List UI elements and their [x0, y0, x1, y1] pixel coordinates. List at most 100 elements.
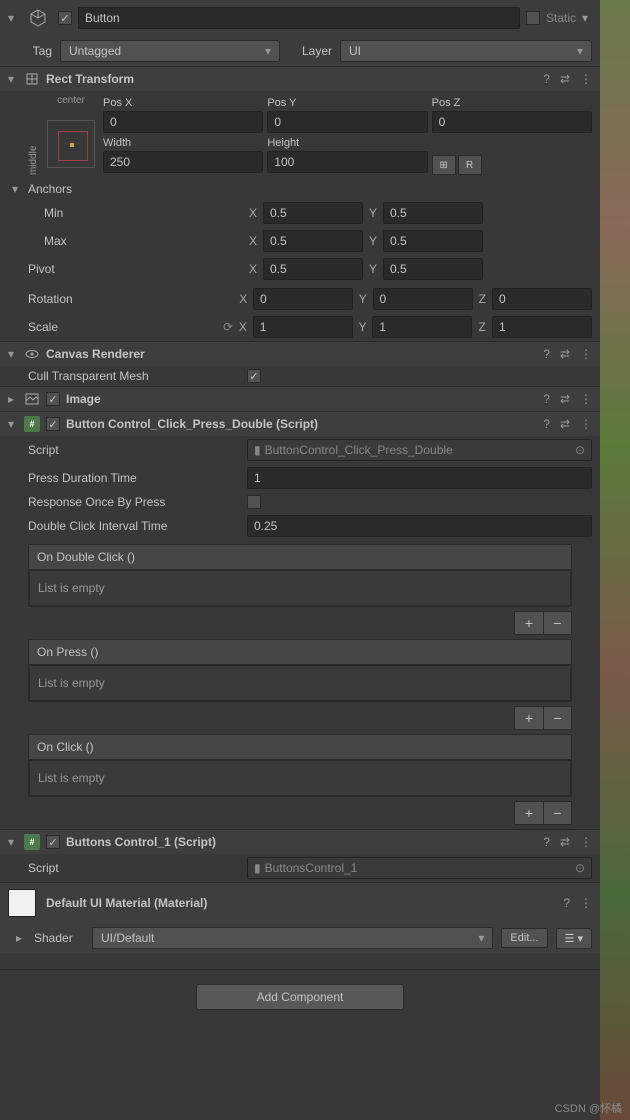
- anchor-h-label: center: [47, 95, 95, 106]
- raw-edit-button[interactable]: R: [458, 155, 482, 175]
- canvas-renderer-title: Canvas Renderer: [46, 347, 537, 361]
- menu-icon[interactable]: ⋮: [580, 417, 592, 431]
- height-input[interactable]: [267, 151, 427, 173]
- blueprint-mode-button[interactable]: ⊞: [432, 155, 456, 175]
- buttons-control-enabled-checkbox[interactable]: [46, 835, 60, 849]
- static-dropdown[interactable]: ▾: [582, 11, 592, 25]
- preset-icon[interactable]: ⇄: [560, 835, 570, 849]
- button-script-foldout[interactable]: ▾: [8, 417, 18, 431]
- pos-y-label: Pos Y: [267, 95, 427, 111]
- scale-z-input[interactable]: [492, 316, 592, 338]
- event-remove-button[interactable]: −: [543, 802, 571, 824]
- pos-z-input[interactable]: [432, 111, 592, 133]
- pos-x-label: Pos X: [103, 95, 263, 111]
- pos-x-input[interactable]: [103, 111, 263, 133]
- button-script-enabled-checkbox[interactable]: [46, 417, 60, 431]
- static-label: Static: [546, 11, 576, 25]
- event-remove-button[interactable]: −: [543, 707, 571, 729]
- edit-button[interactable]: Edit...: [501, 928, 547, 948]
- pos-z-label: Pos Z: [432, 95, 592, 111]
- min-y-input[interactable]: [383, 202, 483, 224]
- layer-label: Layer: [288, 44, 332, 58]
- script-label: Script: [28, 443, 243, 457]
- menu-icon[interactable]: ⋮: [580, 72, 592, 86]
- image-icon: [24, 391, 40, 407]
- min-x-input[interactable]: [263, 202, 363, 224]
- menu-icon[interactable]: ⋮: [580, 392, 592, 406]
- event-add-button[interactable]: +: [515, 802, 543, 824]
- scale-x-input[interactable]: [253, 316, 353, 338]
- rect-transform-foldout[interactable]: ▾: [8, 72, 18, 86]
- anchors-label: Anchors: [28, 182, 72, 196]
- pivot-x-input[interactable]: [263, 258, 363, 280]
- event-header: On Double Click (): [29, 545, 571, 570]
- constrain-scale-icon[interactable]: ⟳: [223, 320, 233, 334]
- help-icon[interactable]: ?: [543, 417, 550, 431]
- on-click-event: On Click () List is empty: [28, 734, 572, 797]
- double-click-interval-input[interactable]: [247, 515, 592, 537]
- help-icon[interactable]: ?: [563, 896, 570, 910]
- anchor-preset-button[interactable]: [47, 120, 95, 168]
- help-icon[interactable]: ?: [543, 347, 550, 361]
- material-preview[interactable]: [8, 889, 36, 917]
- on-press-event: On Press () List is empty: [28, 639, 572, 702]
- material-foldout[interactable]: ▸: [16, 931, 26, 945]
- menu-icon[interactable]: ⋮: [580, 835, 592, 849]
- max-y-input[interactable]: [383, 230, 483, 252]
- preset-icon[interactable]: ⇄: [560, 72, 570, 86]
- buttons-control-foldout[interactable]: ▾: [8, 835, 18, 849]
- static-checkbox[interactable]: [526, 11, 540, 25]
- gameobject-name-input[interactable]: [78, 7, 520, 29]
- event-header: On Click (): [29, 735, 571, 760]
- help-icon[interactable]: ?: [543, 835, 550, 849]
- add-component-button[interactable]: Add Component: [196, 984, 405, 1010]
- cull-checkbox[interactable]: [247, 369, 261, 383]
- rot-x-input[interactable]: [253, 288, 353, 310]
- help-icon[interactable]: ?: [543, 72, 550, 86]
- response-once-checkbox[interactable]: [247, 495, 261, 509]
- anchor-v-label: middle: [28, 109, 39, 175]
- script-icon: #: [24, 416, 40, 432]
- script-field: ▮ ButtonsControl_1 ⊙: [247, 857, 592, 879]
- object-selector-icon[interactable]: ⊙: [575, 861, 585, 875]
- event-add-button[interactable]: +: [515, 707, 543, 729]
- event-remove-button[interactable]: −: [543, 612, 571, 634]
- preset-icon[interactable]: ⇄: [560, 392, 570, 406]
- layer-dropdown[interactable]: UI: [340, 40, 592, 62]
- scale-label: Scale: [28, 320, 219, 334]
- render-queue-button[interactable]: ☰ ▾: [556, 928, 592, 949]
- object-selector-icon[interactable]: ⊙: [575, 443, 585, 457]
- script-icon: #: [24, 834, 40, 850]
- menu-icon[interactable]: ⋮: [580, 347, 592, 361]
- active-checkbox[interactable]: [58, 11, 72, 25]
- width-label: Width: [103, 135, 263, 151]
- shader-dropdown[interactable]: UI/Default: [92, 927, 493, 949]
- header-foldout[interactable]: ▾: [8, 11, 18, 25]
- rot-y-input[interactable]: [373, 288, 473, 310]
- rect-transform-icon: [24, 71, 40, 87]
- script-field: ▮ ButtonControl_Click_Press_Double ⊙: [247, 439, 592, 461]
- csharp-icon: ▮: [254, 861, 261, 875]
- on-double-click-event: On Double Click () List is empty: [28, 544, 572, 607]
- script-label: Script: [28, 861, 243, 875]
- menu-icon[interactable]: ⋮: [580, 896, 592, 910]
- event-header: On Press (): [29, 640, 571, 665]
- canvas-renderer-foldout[interactable]: ▾: [8, 347, 18, 361]
- event-add-button[interactable]: +: [515, 612, 543, 634]
- rot-z-input[interactable]: [492, 288, 592, 310]
- preset-icon[interactable]: ⇄: [560, 417, 570, 431]
- event-empty-label: List is empty: [29, 570, 571, 606]
- preset-icon[interactable]: ⇄: [560, 347, 570, 361]
- anchors-foldout[interactable]: ▾: [12, 182, 22, 196]
- scale-y-input[interactable]: [372, 316, 472, 338]
- max-x-input[interactable]: [263, 230, 363, 252]
- pivot-y-input[interactable]: [383, 258, 483, 280]
- image-enabled-checkbox[interactable]: [46, 392, 60, 406]
- pos-y-input[interactable]: [267, 111, 427, 133]
- tag-dropdown[interactable]: Untagged: [60, 40, 280, 62]
- width-input[interactable]: [103, 151, 263, 173]
- image-foldout[interactable]: ▸: [8, 392, 18, 406]
- press-duration-input[interactable]: [247, 467, 592, 489]
- button-script-title: Button Control_Click_Press_Double (Scrip…: [66, 417, 537, 431]
- help-icon[interactable]: ?: [543, 392, 550, 406]
